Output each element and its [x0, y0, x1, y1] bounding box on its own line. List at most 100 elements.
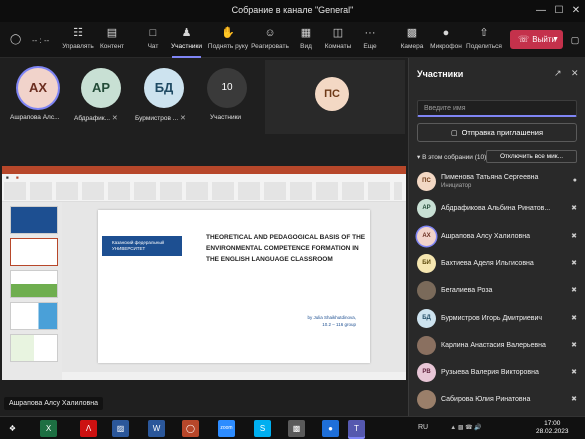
chat-button[interactable]: □ Чат: [140, 24, 166, 56]
slide-thumbnail[interactable]: [10, 270, 58, 298]
meeting-stage: АХ Ашрапова Алс... АР Абдрафик... ✕ БД Б…: [0, 58, 408, 439]
tray-icons[interactable]: ▲ ▩ ☎ 🔊: [436, 420, 496, 437]
participant-row[interactable]: Бегалиева Роза ✖: [409, 277, 585, 305]
ribbon-tab: ■: [16, 175, 19, 180]
participant-name: Бахтиева Аделя Ильгисовна: [441, 259, 534, 267]
raise-hand-button[interactable]: ✋ Поднять руку: [207, 24, 249, 56]
phone-icon: ☏: [518, 34, 530, 44]
shield-icon: ◯: [10, 34, 22, 45]
invite-button[interactable]: ▢ Отправка приглашения: [417, 123, 577, 142]
chevron-down-icon[interactable]: ▼: [552, 30, 559, 49]
powerpoint-ribbon: ■ ■: [2, 166, 406, 202]
avatar-ar[interactable]: АР: [81, 68, 121, 108]
mic-off-icon: ✕: [179, 115, 186, 122]
powerpoint-icon[interactable]: ◯: [182, 420, 199, 437]
microphone-button[interactable]: ● Микрофон: [430, 24, 462, 56]
participant-avatar: [417, 390, 436, 410]
slide-thumbnail[interactable]: [10, 334, 58, 362]
invite-icon: ▢: [450, 130, 458, 137]
slide-thumbnail[interactable]: [10, 238, 58, 266]
avatar-name-ar: Абдрафик... ✕: [74, 115, 118, 122]
avatar-ah[interactable]: АХ: [18, 68, 58, 108]
word-icon[interactable]: W: [148, 420, 165, 437]
clock[interactable]: 17:00 28.02.2023: [536, 420, 569, 436]
panel-title: Участники: [417, 69, 464, 79]
mic-off-icon: ✕: [111, 115, 118, 122]
camera-icon: ▩: [406, 27, 418, 39]
share-button[interactable]: ⇧ Поделиться: [466, 24, 502, 56]
more-button[interactable]: ··· Еще: [360, 24, 380, 56]
participant-name: Бурмистров Игорь Дмитриевич: [441, 314, 543, 322]
photos-icon[interactable]: ▩: [288, 420, 305, 437]
window-title: Собрание в канале "General": [231, 5, 354, 15]
screen-icon[interactable]: ▢: [567, 32, 583, 48]
raise-hand-icon: ✋: [221, 27, 235, 39]
manage-button[interactable]: ☷ Управлять: [60, 24, 96, 56]
participant-avatar: [417, 281, 436, 301]
participant-name: Сабирова Юлия Ринатовна: [441, 396, 531, 404]
share-icon: ⇧: [479, 27, 489, 39]
participant-row[interactable]: АХ Ашрапова Алсу Халиловна ✖: [409, 223, 585, 251]
floppy-icon[interactable]: ▨: [112, 420, 129, 437]
windows-start-icon[interactable]: ❖: [4, 420, 21, 437]
slide-canvas: Казанский федеральный УНИВЕРСИТЕТ THEORE…: [62, 202, 406, 372]
react-button[interactable]: ☺ Реагировать: [250, 24, 290, 56]
pop-out-icon[interactable]: ↗: [554, 68, 562, 79]
ribbon-commands: [4, 182, 402, 200]
search-input[interactable]: Введите имя: [417, 100, 577, 117]
minimize-icon[interactable]: —: [533, 3, 549, 19]
zoom-icon[interactable]: zoom: [218, 420, 235, 437]
participant-row[interactable]: БИ Бахтиева Аделя Ильгисовна ✖: [409, 250, 585, 278]
participant-row[interactable]: РВ Рузыева Валерия Викторовна ✖: [409, 359, 585, 387]
participant-row[interactable]: Карлина Анастасия Валерьевна ✖: [409, 332, 585, 360]
view-button[interactable]: ▦ Вид: [296, 24, 316, 56]
mic-off-icon: ✖: [571, 205, 577, 213]
participants-button[interactable]: ♟ Участники: [168, 24, 205, 58]
powerpoint-title-bar: [2, 166, 406, 174]
teams-icon[interactable]: T: [348, 420, 365, 437]
participant-name: Рузыева Валерия Викторовна: [441, 369, 539, 377]
mic-off-icon: ✖: [571, 341, 577, 349]
camera-button[interactable]: ▩ Камера: [399, 24, 425, 56]
manage-icon: ☷: [73, 27, 83, 39]
teams-meeting-window: Собрание в канале "General" — ☐ ✕ ◯ -- :…: [0, 0, 585, 439]
mic-off-icon: ✖: [571, 314, 577, 322]
ribbon-tab: ■: [6, 175, 9, 180]
mic-off-icon: ✖: [571, 287, 577, 295]
participant-name: Бегалиева Роза: [441, 287, 493, 295]
participant-avatar: [417, 335, 436, 355]
close-panel-icon[interactable]: ✕: [571, 68, 579, 79]
mute-all-button[interactable]: Отключить все мик...: [486, 150, 577, 163]
content-button[interactable]: ▤ Контент: [97, 24, 127, 56]
participant-name: Ашрапова Алсу Халиловна: [441, 232, 531, 240]
participant-row[interactable]: Сабирова Юлия Ринатовна ✖: [409, 386, 585, 414]
close-window-icon[interactable]: ✕: [568, 3, 584, 19]
mic-off-icon: ✖: [571, 259, 577, 267]
more-participants-label: Участники: [210, 114, 242, 121]
participants-icon: ♟: [181, 27, 192, 39]
language-indicator[interactable]: RU: [418, 424, 428, 431]
leave-button[interactable]: ☏ Выйти ▼: [510, 30, 563, 49]
kfu-logo: Казанский федеральный УНИВЕРСИТЕТ: [102, 236, 182, 256]
participant-avatar: АХ: [417, 226, 436, 246]
skype-icon[interactable]: S: [254, 420, 271, 437]
slide-thumbnail[interactable]: [10, 206, 58, 234]
avatar-bd[interactable]: БД: [144, 68, 184, 108]
slide: Казанский федеральный УНИВЕРСИТЕТ THEORE…: [98, 210, 370, 363]
maximize-icon[interactable]: ☐: [551, 3, 567, 19]
more-participants-count[interactable]: 10: [207, 68, 247, 108]
slide-thumbnail[interactable]: [10, 302, 58, 330]
shared-screen[interactable]: ■ ■ Казанский федеральный УНИВЕРСИТЕТ TH…: [2, 166, 406, 380]
view-icon: ▦: [300, 27, 312, 39]
participant-row[interactable]: АР Абдрафикова Альбина Ринатов... ✖: [409, 195, 585, 223]
participant-name: Карлина Анастасия Валерьевна: [441, 341, 546, 349]
participant-row[interactable]: ПС Пименова Татьяна Сергеевна Инициатор ●: [409, 168, 585, 196]
participant-name: Абдрафикова Альбина Ринатов...: [441, 205, 551, 213]
participant-row[interactable]: БД Бурмистров Игорь Дмитриевич ✖: [409, 305, 585, 333]
browser-icon[interactable]: ●: [322, 420, 339, 437]
video-tile-ps[interactable]: ПС: [265, 60, 405, 134]
rooms-button[interactable]: ◫ Комнаты: [322, 24, 354, 56]
excel-icon[interactable]: X: [40, 420, 57, 437]
acrobat-icon[interactable]: Λ: [80, 420, 97, 437]
participant-avatar: ПС: [417, 172, 436, 191]
